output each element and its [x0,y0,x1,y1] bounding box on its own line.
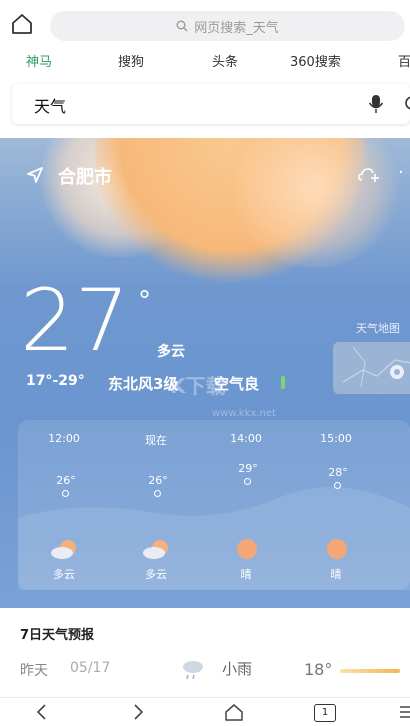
map-icon [342,346,410,388]
menu-icon[interactable] [398,702,410,722]
address-bar[interactable]: 网页搜索_天气 [50,11,405,41]
forward-icon[interactable] [128,702,148,722]
hour-time: 12:00 [48,432,80,445]
city-name[interactable]: 合肥市 [58,163,112,189]
current-temperature: 27 [20,271,130,371]
wind-info: 东北风3级 [108,375,179,393]
engine-360[interactable]: 360搜索 [290,51,341,70]
hour-condition: 多云 [53,568,75,581]
engine-baidu[interactable]: 百 [398,51,410,70]
home-nav-icon[interactable] [224,702,244,722]
watermark-url: www.kkx.net [212,408,276,419]
degree-symbol: ° [138,286,151,316]
search-submit-icon[interactable] [400,94,410,114]
hour-time: 14:00 [230,432,262,445]
hour-condition: 晴 [240,568,252,581]
location-arrow-icon[interactable] [26,166,44,184]
hour-time: 现在 [145,434,167,447]
weather-map-label[interactable]: 天气地图 [356,320,400,336]
watermark: K下载 [170,374,226,398]
back-icon[interactable] [32,702,52,722]
sun-icon [327,539,347,559]
weather-card[interactable]: 合肥市 · 27 ° 多云 17°-29° 东北风3级 空气良 K下载 www.… [0,138,410,608]
hour-temp: 28° [328,466,348,479]
forecast-condition: 小雨 [222,660,253,678]
forecast-row[interactable]: 昨天 05/17 小雨 18° [0,650,410,686]
cloudy-sun-icon [143,540,168,559]
forecast-day: 昨天 [20,663,48,679]
hour-temp-dot [62,490,69,497]
hour-temp: 26° [56,474,76,487]
sun-icon [237,539,257,559]
browser-top-bar: 网页搜索_天气 [0,0,410,46]
hour-temp: 29° [238,462,258,475]
address-bar-text: 网页搜索_天气 [194,20,279,36]
temperature-range: 17°-29° [26,373,85,389]
engine-toutiao[interactable]: 头条 [212,51,238,70]
hour-temp-dot [334,482,341,489]
hourly-wave [18,487,410,590]
hour-temp-dot [154,490,161,497]
tabs-counter[interactable]: 1 [314,704,336,722]
hour-condition: 晴 [330,568,342,581]
add-city-icon[interactable] [358,166,380,184]
engine-shenma[interactable]: 神马 [26,51,52,70]
more-icon[interactable]: · [398,162,410,186]
forecast-title: 7日天气预报 [20,628,95,643]
hourly-forecast[interactable]: 12:00 现在 14:00 15:00 26° 26° 29° 28° 多云 … [18,420,410,590]
bottom-navigation: 1 [0,697,410,726]
search-icon [176,20,188,32]
hour-temp: 26° [148,474,168,487]
forecast-low-temp: 18° [304,660,333,679]
rain-cloud-icon [183,661,203,680]
cloudy-sun-icon [51,540,76,559]
air-quality-indicator [281,376,285,389]
microphone-icon[interactable] [368,94,384,114]
engine-sogou[interactable]: 搜狗 [118,51,144,70]
forecast-temp-bar [340,669,400,673]
current-condition: 多云 [157,344,185,360]
forecast-date: 05/17 [70,660,111,676]
hour-condition: 多云 [145,568,167,581]
search-query[interactable]: 天气 [34,93,66,117]
home-icon[interactable] [10,12,34,36]
search-box[interactable]: 天气 [12,84,410,124]
hour-temp-dot [244,478,251,485]
weather-map-thumbnail[interactable] [333,342,410,394]
hour-time: 15:00 [320,432,352,445]
search-engine-tabs: 神马 搜狗 头条 360搜索 百 [0,48,410,72]
